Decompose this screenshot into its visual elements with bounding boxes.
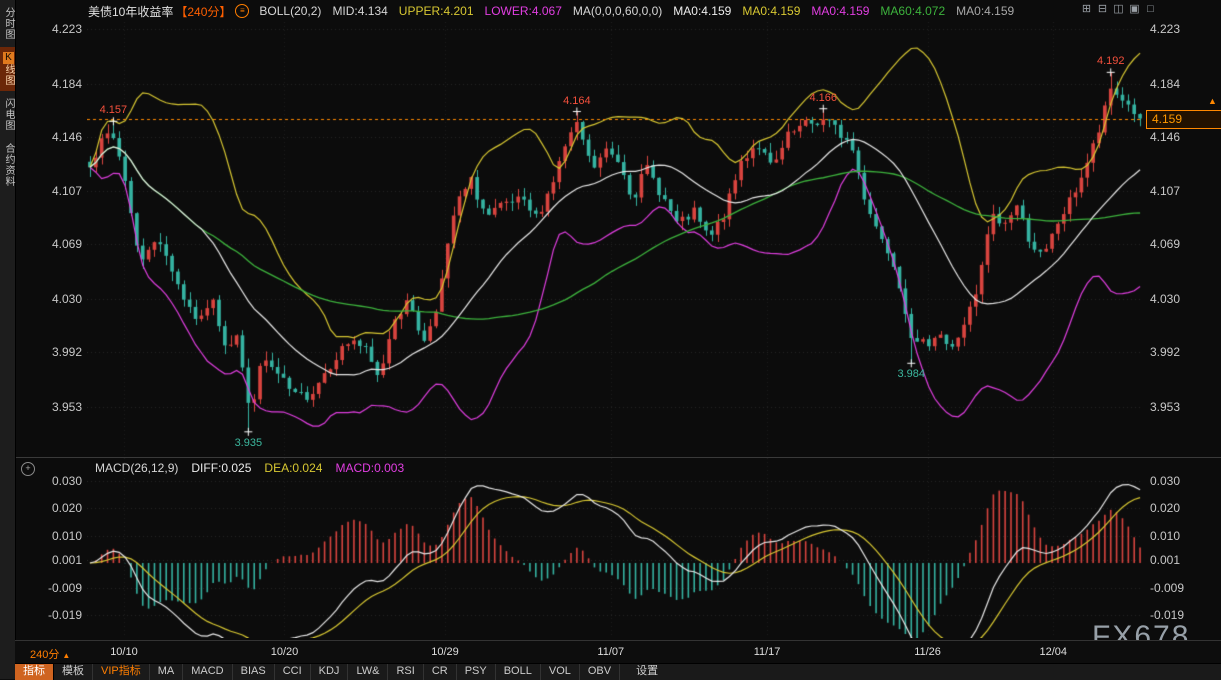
toolbar-item-kdj[interactable]: KDJ	[311, 664, 349, 680]
left-axis-label: 4.184	[14, 77, 82, 91]
last-price-badge: 4.159	[1146, 110, 1221, 129]
left-axis-label: 4.107	[14, 184, 82, 198]
left-axis-label: -0.019	[14, 608, 82, 622]
date-tick-label: 11/17	[754, 646, 781, 658]
toolbar-item-指标[interactable]: 指标	[15, 664, 54, 680]
indicator-value: MA60:4.072	[880, 4, 945, 18]
toolbar-item-设置[interactable]: 设置	[628, 664, 666, 680]
toolbar-item-psy[interactable]: PSY	[457, 664, 496, 680]
indicator-value: MA0:4.159	[673, 4, 731, 18]
period-selector-label: 240分	[30, 649, 59, 661]
right-axis-label: 0.030	[1150, 474, 1180, 488]
grid-view-icon[interactable]: ▣	[1128, 3, 1141, 16]
right-axis-label: 4.107	[1150, 184, 1180, 198]
price-up-arrow-icon: ▲	[1208, 96, 1217, 106]
indicator-value: UPPER:4.201	[399, 4, 474, 18]
indicator-settings-icon[interactable]: ≡	[235, 4, 249, 18]
sidebar-tab-1[interactable]: 分时图	[0, 2, 15, 45]
macd-chart-canvas[interactable]	[87, 458, 1143, 638]
symbol-title: 美债10年收益率	[88, 3, 173, 20]
maximize-icon[interactable]: □	[1144, 3, 1157, 16]
split-view-icon[interactable]: ◫	[1112, 3, 1125, 16]
toolbar-item-obv[interactable]: OBV	[580, 664, 620, 680]
macd-value: DIFF:0.025	[191, 461, 251, 475]
toolbar-item-vol[interactable]: VOL	[541, 664, 580, 680]
indicator-value: MA(0,0,0,60,0,0)	[573, 4, 662, 18]
toolbar-item-macd[interactable]: MACD	[183, 664, 232, 680]
date-axis: 240分 ▲ 10/10 10/20 10/29 11/07 11/17 11/26 12/…	[15, 640, 1221, 664]
date-tick-label: 11/26	[914, 646, 941, 658]
left-axis-label: 4.146	[14, 130, 82, 144]
zoom-in-icon[interactable]: ⊞	[1080, 3, 1093, 16]
toolbar-item-ma[interactable]: MA	[150, 664, 184, 680]
macd-value: MACD(26,12,9)	[95, 461, 178, 475]
right-axis-label: 3.992	[1150, 345, 1180, 359]
period-badge: 【240分】	[175, 3, 231, 20]
left-axis-label: 3.992	[14, 345, 82, 359]
left-axis-label: 0.030	[14, 474, 82, 488]
toolbar-item-vip指标[interactable]: VIP指标	[93, 664, 150, 680]
zoom-out-icon[interactable]: ⊟	[1096, 3, 1109, 16]
right-axis-label: -0.009	[1150, 581, 1184, 595]
window-controls: ⊞⊟◫▣□	[1080, 3, 1157, 16]
indicator-value: BOLL(20,2)	[259, 4, 321, 18]
chart-header: 美债10年收益率 【240分】 ≡ BOLL(20,2) MID:4.134 UPP…	[15, 0, 1221, 22]
right-axis-label: 4.223	[1150, 22, 1180, 36]
toolbar-item-模板[interactable]: 模板	[54, 664, 93, 680]
indicator-toolbar: 指标模板VIP指标MAMACDBIASCCIKDJLW&RSICRPSYBOLL…	[15, 663, 1221, 680]
indicator-value: MID:4.134	[332, 4, 387, 18]
toolbar-item-boll[interactable]: BOLL	[496, 664, 541, 680]
left-axis-label: -0.009	[14, 581, 82, 595]
indicator-value: MA0:4.159	[811, 4, 869, 18]
left-axis-label: 3.953	[14, 400, 82, 414]
left-axis-label: 0.020	[14, 501, 82, 515]
date-tick-label: 12/04	[1039, 646, 1067, 658]
left-axis-label: 4.069	[14, 237, 82, 251]
toolbar-item-cci[interactable]: CCI	[275, 664, 311, 680]
indicator-values: BOLL(20,2) MID:4.134 UPPER:4.201 LOWER:4.06…	[259, 4, 1025, 18]
left-sidebar: 分时图 K线图闪电图合约资料	[0, 0, 16, 679]
date-tick-label: 10/20	[271, 646, 299, 658]
macd-header: MACD(26,12,9) DIFF:0.025 DEA:0.024 MACD:0.0…	[95, 461, 404, 475]
right-axis-label: 0.020	[1150, 501, 1180, 515]
right-axis-label: 4.146	[1150, 130, 1180, 144]
right-axis-label: 4.030	[1150, 292, 1180, 306]
sidebar-tab-4[interactable]: 合约资料	[0, 138, 15, 192]
indicator-value: MA0:4.159	[742, 4, 800, 18]
date-tick-label: 10/10	[110, 646, 138, 658]
macd-value: DEA:0.024	[264, 461, 322, 475]
indicator-value: LOWER:4.067	[485, 4, 562, 18]
sidebar-tab-3[interactable]: 闪电图	[0, 93, 15, 136]
period-dropdown-icon: ▲	[62, 651, 70, 660]
panel-separator	[15, 457, 1221, 458]
toolbar-item-rsi[interactable]: RSI	[388, 664, 423, 680]
macd-value: MACD:0.003	[335, 461, 404, 475]
right-axis-label: 3.953	[1150, 400, 1180, 414]
left-axis-label: 0.001	[14, 553, 82, 567]
toolbar-item-cr[interactable]: CR	[424, 664, 457, 680]
right-axis-label: 0.010	[1150, 529, 1180, 543]
toolbar-item-bias[interactable]: BIAS	[233, 664, 275, 680]
period-selector[interactable]: 240分 ▲	[30, 646, 70, 662]
date-tick-label: 11/07	[597, 646, 624, 658]
candlestick-chart-canvas[interactable]	[87, 22, 1143, 457]
toolbar-item-lw[interactable]: LW&	[348, 664, 388, 680]
left-axis-label: 0.010	[14, 529, 82, 543]
sidebar-tab-2[interactable]: K线图	[0, 47, 15, 91]
right-axis-label: 0.001	[1150, 553, 1180, 567]
date-tick-label: 10/29	[431, 646, 459, 658]
left-axis-label: 4.030	[14, 292, 82, 306]
right-axis-label: 4.184	[1150, 77, 1180, 91]
left-axis-label: 4.223	[14, 22, 82, 36]
macd-indicator-icon[interactable]: +	[21, 462, 35, 476]
indicator-value: MA0:4.159	[956, 4, 1014, 18]
right-axis-label: 4.069	[1150, 237, 1180, 251]
